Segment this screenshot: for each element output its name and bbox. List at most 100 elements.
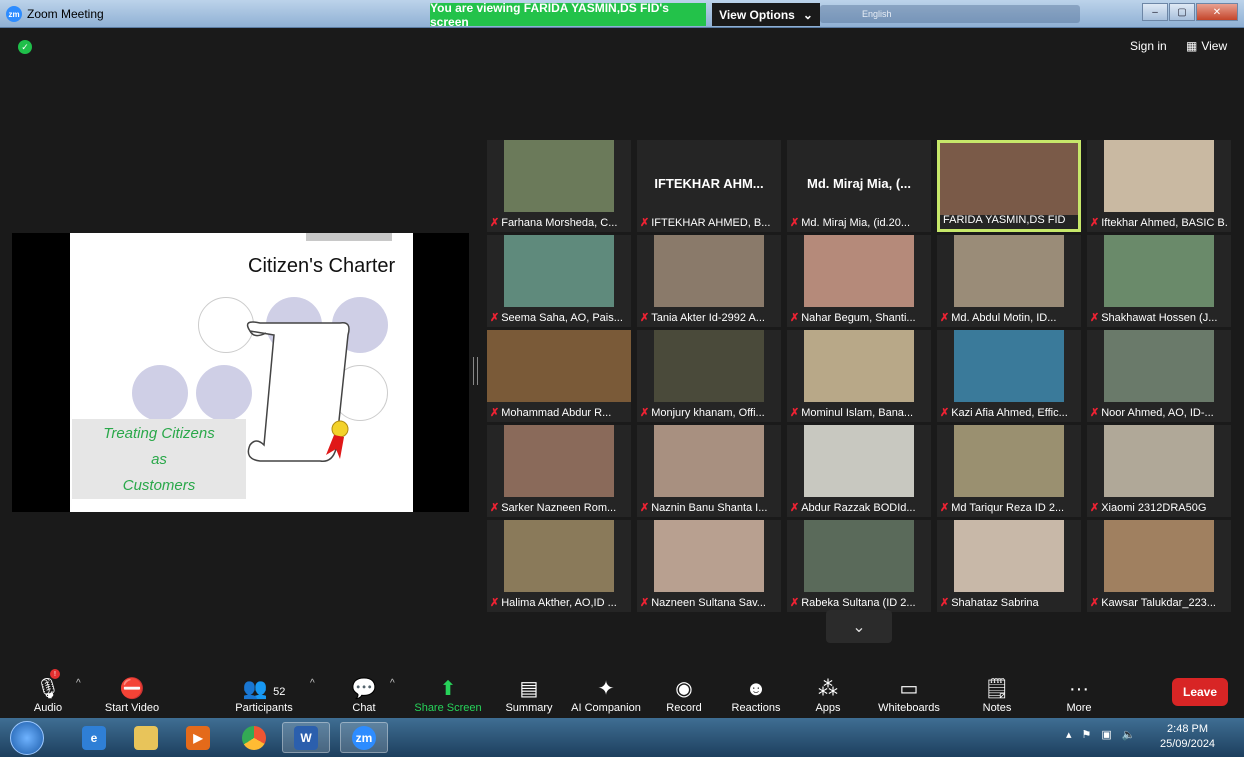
start-video-button[interactable]: ⛔ Start Video: [92, 660, 172, 718]
clock-time: 2:48 PM: [1167, 723, 1209, 735]
participant-name: Mohammad Abdur R...: [501, 406, 612, 419]
participant-tile[interactable]: Md. Miraj Mia, (... ✗ Md. Miraj Mia, (id.2…: [787, 140, 931, 232]
tray-expand-icon[interactable]: ▴: [1066, 728, 1072, 741]
participant-name-label: ✗ Seema Saha, AO, Pais...: [490, 311, 628, 325]
split-view-drag-handle[interactable]: [473, 357, 478, 385]
participants-button[interactable]: 👥 52 Participants: [224, 660, 304, 718]
volume-muted-icon[interactable]: 🔈: [1122, 728, 1136, 741]
participant-tile[interactable]: ✗ Halima Akther, AO,ID ...: [487, 520, 631, 612]
ai-companion-button[interactable]: ✦ AI Companion: [566, 660, 646, 718]
participant-tile[interactable]: ✗ Xiaomi 2312DRA50G: [1087, 425, 1231, 517]
notes-icon: 🗒: [984, 678, 1010, 700]
mic-muted-icon: ✗: [490, 597, 500, 609]
gallery-next-page-button[interactable]: ⌄: [826, 610, 892, 643]
participant-name: Shakhawat Hossen (J...: [1101, 311, 1218, 324]
participant-tile[interactable]: ✗ Noor Ahmed, AO, ID-...: [1087, 330, 1231, 422]
participant-tile[interactable]: ✗ Nahar Begum, Shanti...: [787, 235, 931, 327]
participant-tile[interactable]: ✗ Md. Abdul Motin, ID...: [937, 235, 1081, 327]
minimize-button[interactable]: –: [1142, 3, 1168, 21]
participant-name-label: ✗ Sarker Nazneen Rom...: [490, 501, 628, 515]
chevron-down-icon: ⌄: [802, 7, 813, 22]
taskbar-word[interactable]: W: [282, 722, 330, 753]
record-button[interactable]: ◉ Record: [644, 660, 724, 718]
whiteboards-button[interactable]: ▭ Whiteboards: [869, 660, 949, 718]
scroll-illustration: [246, 321, 350, 462]
participant-tile[interactable]: FARIDA YASMIN,DS FID: [937, 140, 1081, 232]
participant-tile[interactable]: ✗ Seema Saha, AO, Pais...: [487, 235, 631, 327]
participant-tile[interactable]: ✗ Abdur Razzak BODId...: [787, 425, 931, 517]
participant-name-label: ✗ Nahar Begum, Shanti...: [790, 311, 928, 325]
mic-muted-icon: ✗: [490, 312, 500, 324]
participant-tile[interactable]: ✗ Kazi Afia Ahmed, Effic...: [937, 330, 1081, 422]
maximize-button[interactable]: ▢: [1169, 3, 1195, 21]
participant-video: [654, 330, 764, 402]
summary-button[interactable]: ▤ Summary: [489, 660, 569, 718]
participant-name: FARIDA YASMIN,DS FID: [943, 214, 1066, 226]
slide-decoration-circle: [132, 365, 188, 421]
participant-tile[interactable]: ✗ Sarker Nazneen Rom...: [487, 425, 631, 517]
mic-muted-icon: ✗: [640, 312, 650, 324]
taskbar-internet-explorer[interactable]: e: [70, 722, 118, 753]
participant-name: Rabeka Sultana (ID 2...: [801, 596, 916, 609]
taskbar-chrome[interactable]: [230, 722, 278, 753]
participant-tile[interactable]: ✗ Mominul Islam, Bana...: [787, 330, 931, 422]
audio-options-caret[interactable]: ^: [76, 678, 81, 689]
audio-label: Audio: [33, 702, 63, 714]
audio-button[interactable]: 🎙 Audio: [8, 660, 88, 718]
window-title: zm Zoom Meeting: [6, 6, 104, 22]
more-button[interactable]: ··· More: [1039, 660, 1119, 718]
taskbar-zoom[interactable]: zm: [340, 722, 388, 753]
participant-tile[interactable]: ✗ Mohammad Abdur R...: [487, 330, 631, 422]
chat-button[interactable]: 💬 Chat: [324, 660, 404, 718]
share-screen-button[interactable]: ⬆ Share Screen: [408, 660, 488, 718]
participant-video: [954, 330, 1064, 402]
participant-tile[interactable]: ✗ Nazneen Sultana Sav...: [637, 520, 781, 612]
notes-button[interactable]: 🗒 Notes: [957, 660, 1037, 718]
system-clock[interactable]: 2:48 PM 25/09/2024: [1160, 722, 1215, 752]
encryption-shield-icon[interactable]: ✓: [18, 40, 32, 54]
participant-video: [1104, 425, 1214, 497]
participant-tile[interactable]: ✗ Kawsar Talukdar_223...: [1087, 520, 1231, 612]
slide-title: Citizen's Charter: [248, 255, 396, 277]
language-toolbar[interactable]: [820, 5, 1080, 23]
close-button[interactable]: ✕: [1196, 3, 1238, 21]
participant-video: [654, 520, 764, 592]
participant-name-label: ✗ Naznin Banu Shanta I...: [640, 501, 778, 515]
participant-tile[interactable]: ✗ Monjury khanam, Offi...: [637, 330, 781, 422]
participant-tile[interactable]: ✗ Shahataz Sabrina: [937, 520, 1081, 612]
view-options-button[interactable]: View Options ⌄: [712, 3, 820, 26]
participant-tile[interactable]: ✗ Md Tariqur Reza ID 2...: [937, 425, 1081, 517]
participant-tile[interactable]: ✗ Tania Akter Id-2992 A...: [637, 235, 781, 327]
view-layout-button[interactable]: ▦ View: [1186, 39, 1227, 53]
participant-tile[interactable]: ✗ Rabeka Sultana (ID 2...: [787, 520, 931, 612]
participant-tile[interactable]: ✗ Farhana Morsheda, C...: [487, 140, 631, 232]
participant-name: Shahataz Sabrina: [951, 596, 1039, 609]
taskbar-media-player[interactable]: ▶: [174, 722, 222, 753]
sign-in-link[interactable]: Sign in: [1130, 39, 1167, 53]
network-icon[interactable]: ▣: [1101, 728, 1111, 741]
shared-screen[interactable]: Citizen's Charter Treating Citizens as C…: [12, 233, 469, 512]
participant-video: [1104, 520, 1214, 592]
participant-tile[interactable]: IFTEKHAR AHM... ✗ IFTEKHAR AHMED, B...: [637, 140, 781, 232]
start-button[interactable]: [10, 721, 44, 755]
participant-video: [1104, 140, 1214, 212]
participant-tile[interactable]: ✗ Shakhawat Hossen (J...: [1087, 235, 1231, 327]
mic-muted-icon: ✗: [940, 407, 950, 419]
chat-icon: 💬: [351, 678, 377, 700]
chat-options-caret[interactable]: ^: [390, 678, 395, 689]
participant-tile[interactable]: ✗ Naznin Banu Shanta I...: [637, 425, 781, 517]
reactions-button[interactable]: ☻ Reactions: [716, 660, 796, 718]
taskbar-file-explorer[interactable]: [122, 722, 170, 753]
participant-video: [940, 143, 1078, 215]
apps-button[interactable]: ⁂ Apps: [788, 660, 868, 718]
action-center-icon[interactable]: ⚑: [1082, 728, 1092, 741]
participant-name-label: ✗ Shakhawat Hossen (J...: [1090, 311, 1228, 325]
participant-name: Naznin Banu Shanta I...: [651, 501, 768, 514]
participant-name-label: ✗ Halima Akther, AO,ID ...: [490, 596, 628, 610]
leave-button[interactable]: Leave: [1172, 678, 1228, 706]
window-controls: – ▢ ✕: [1142, 3, 1238, 21]
participant-name-label: ✗ Md Tariqur Reza ID 2...: [940, 501, 1078, 515]
participant-tile[interactable]: ✗ Iftekhar Ahmed, BASIC B...: [1087, 140, 1231, 232]
participants-options-caret[interactable]: ^: [310, 678, 315, 689]
media-player-icon: ▶: [186, 725, 210, 750]
